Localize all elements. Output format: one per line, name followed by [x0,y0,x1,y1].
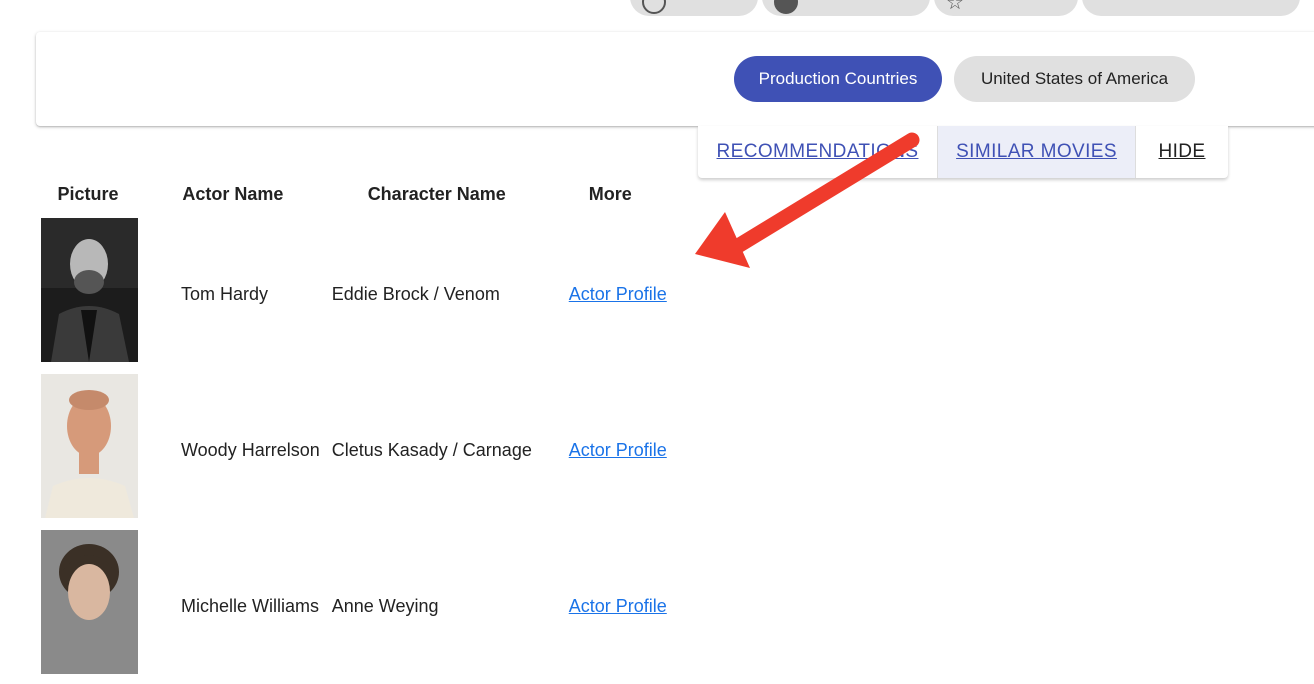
star-icon: ☆ [946,0,964,14]
actor-photo [41,530,138,674]
character-name: Anne Weying [331,595,439,616]
actor-photo [41,374,138,518]
actor-profile-link[interactable]: Actor Profile [569,440,667,460]
top-chip[interactable] [1082,0,1300,16]
table-row: Woody Harrelson Cletus Kasady / Carnage … [30,372,667,528]
actor-profile-link[interactable]: Actor Profile [569,596,667,616]
recommendations-button[interactable]: RECOMMENDATIONS [698,126,938,178]
hide-button[interactable]: HIDE [1136,126,1228,178]
actor-photo [41,218,138,362]
header-actor-name: Actor Name [182,183,284,204]
country-chip[interactable]: United States of America [954,56,1195,102]
more-cell: Actor Profile [554,372,667,528]
actor-name: Tom Hardy [181,283,269,304]
top-chip[interactable]: ☆ [934,0,1078,16]
actor-name: Woody Harrelson [181,439,320,460]
picture-cell [30,216,146,372]
actor-name: Michelle Williams [181,595,320,616]
picture-cell [30,528,146,684]
character-name: Eddie Brock / Venom [331,283,500,304]
similar-movies-button[interactable]: SIMILAR MOVIES [938,126,1136,178]
clock-icon [642,0,666,14]
table-header-row: Picture Actor Name Character Name More [30,172,667,216]
cast-table: Picture Actor Name Character Name More T… [30,172,667,684]
top-chip[interactable] [630,0,758,16]
table-row: Michelle Williams Anne Weying Actor Prof… [30,528,667,684]
header-more: More [588,183,632,204]
arrow-head [695,212,750,268]
production-countries-chip[interactable]: Production Countries [734,56,942,102]
globe-icon [774,0,798,14]
actor-profile-link[interactable]: Actor Profile [569,284,667,304]
top-chip-strip: ☆ [630,0,1300,16]
action-button-group: RECOMMENDATIONS SIMILAR MOVIES HIDE [698,126,1228,178]
production-card: Production Countries United States of Am… [36,32,1314,126]
more-cell: Actor Profile [554,216,667,372]
table-row: Tom Hardy Eddie Brock / Venom Actor Prof… [30,216,667,372]
character-name: Cletus Kasady / Carnage [331,439,532,460]
top-chip[interactable] [762,0,930,16]
header-picture: Picture [57,183,119,204]
header-character-name: Character Name [367,183,506,204]
more-cell: Actor Profile [554,528,667,684]
picture-cell [30,372,146,528]
